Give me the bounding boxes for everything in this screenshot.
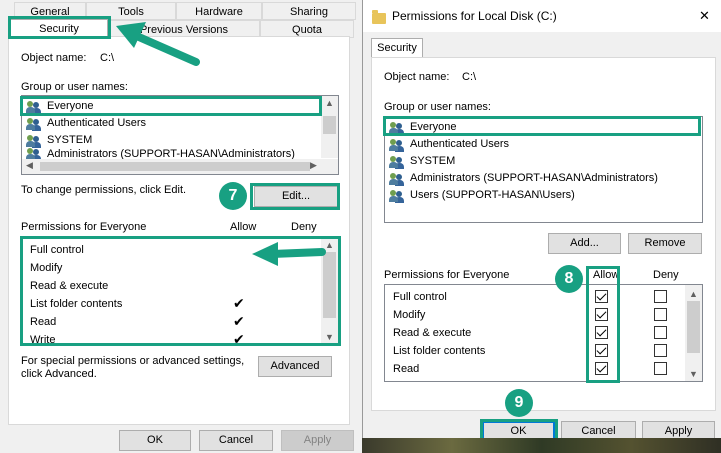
horizontal-scrollbar[interactable]: ◀ ▶ (22, 159, 338, 174)
permissions-for-label: Permissions for Everyone (21, 221, 147, 233)
special-permissions-text-2: click Advanced. (21, 368, 97, 380)
scroll-left-icon[interactable]: ◀ (26, 160, 33, 171)
deny-checkbox[interactable] (654, 326, 667, 339)
scroll-up-icon[interactable]: ▲ (321, 96, 338, 110)
user-list-scrollbar[interactable]: ▲ (321, 96, 338, 158)
step-badge-9: 9 (505, 389, 533, 417)
users-icon (26, 117, 44, 131)
everyone-highlight (383, 116, 701, 136)
step-badge-8: 8 (555, 265, 583, 293)
advanced-button[interactable]: Advanced (258, 356, 332, 377)
folder-icon (372, 10, 386, 24)
change-permissions-text: To change permissions, click Edit. (21, 184, 187, 196)
ok-button[interactable]: OK (119, 430, 191, 451)
scroll-down-icon[interactable]: ▼ (685, 367, 702, 381)
scroll-thumb[interactable] (687, 301, 700, 353)
permission-row: Modify (393, 309, 426, 321)
remove-button[interactable]: Remove (628, 233, 702, 254)
allow-column-highlight (586, 266, 620, 383)
list-item[interactable]: Authenticated Users (389, 136, 509, 153)
list-item[interactable]: Administrators (SUPPORT-HASAN\Administra… (389, 170, 658, 187)
list-item[interactable]: Users (SUPPORT-HASAN\Users) (389, 187, 575, 204)
users-icon (389, 138, 407, 152)
close-icon[interactable]: ✕ (699, 8, 710, 24)
cancel-button[interactable]: Cancel (199, 430, 273, 451)
add-button[interactable]: Add... (548, 233, 621, 254)
users-icon (389, 189, 407, 203)
everyone-highlight (20, 96, 322, 116)
arrow-to-security-tab-icon (116, 22, 200, 66)
deny-checkbox[interactable] (654, 362, 667, 375)
permissions-dialog: Permissions for Local Disk (C:) ✕ Securi… (362, 0, 721, 453)
permission-row: List folder contents (393, 345, 486, 357)
desktop-background (362, 438, 721, 453)
allow-header: Allow (230, 221, 257, 233)
group-names-label: Group or user names: (21, 81, 128, 93)
step-badge-7: 7 (219, 182, 247, 210)
special-permissions-text: For special permissions or advanced sett… (21, 355, 245, 367)
deny-header: Deny (291, 221, 317, 233)
tab-security[interactable]: Security (371, 38, 423, 58)
list-item[interactable]: Authenticated Users (26, 115, 146, 132)
edit-button-highlight (250, 183, 340, 210)
permission-row: Read & execute (393, 327, 472, 339)
list-item[interactable]: SYSTEM (26, 132, 92, 149)
arrow-to-permissions-icon (252, 242, 326, 266)
users-icon (389, 172, 407, 186)
hscroll-thumb[interactable] (40, 162, 310, 171)
tab-sharing[interactable]: Sharing (262, 2, 356, 20)
permission-row: Full control (393, 291, 447, 303)
permissions-listbox[interactable]: Full control Modify Read & execute List … (384, 284, 703, 382)
security-tab-highlight (8, 16, 111, 39)
deny-checkbox[interactable] (654, 290, 667, 303)
group-names-label: Group or user names: (384, 101, 491, 113)
scroll-thumb[interactable] (323, 116, 336, 134)
permission-row: Read (393, 363, 420, 375)
scroll-right-icon[interactable]: ▶ (310, 160, 317, 171)
permissions-scrollbar[interactable]: ▲ ▼ (685, 285, 702, 381)
object-name-label: Object name: (21, 52, 87, 64)
users-icon (26, 134, 44, 148)
object-name-value: C:\ (462, 71, 477, 83)
deny-checkbox[interactable] (654, 344, 667, 357)
permissions-for-label: Permissions for Everyone (384, 269, 510, 281)
deny-checkbox[interactable] (654, 308, 667, 321)
deny-header: Deny (653, 269, 679, 281)
users-icon (389, 155, 407, 169)
title-bar: Permissions for Local Disk (C:) ✕ (363, 0, 721, 32)
object-name-label: Object name: (384, 71, 450, 83)
scroll-up-icon[interactable]: ▲ (685, 287, 702, 301)
apply-button[interactable]: Apply (281, 430, 354, 451)
dialog-title: Permissions for Local Disk (C:) (392, 9, 557, 23)
list-item[interactable]: SYSTEM (389, 153, 455, 170)
disk-properties-dialog: General Tools Hardware Sharing Security … (0, 0, 358, 453)
